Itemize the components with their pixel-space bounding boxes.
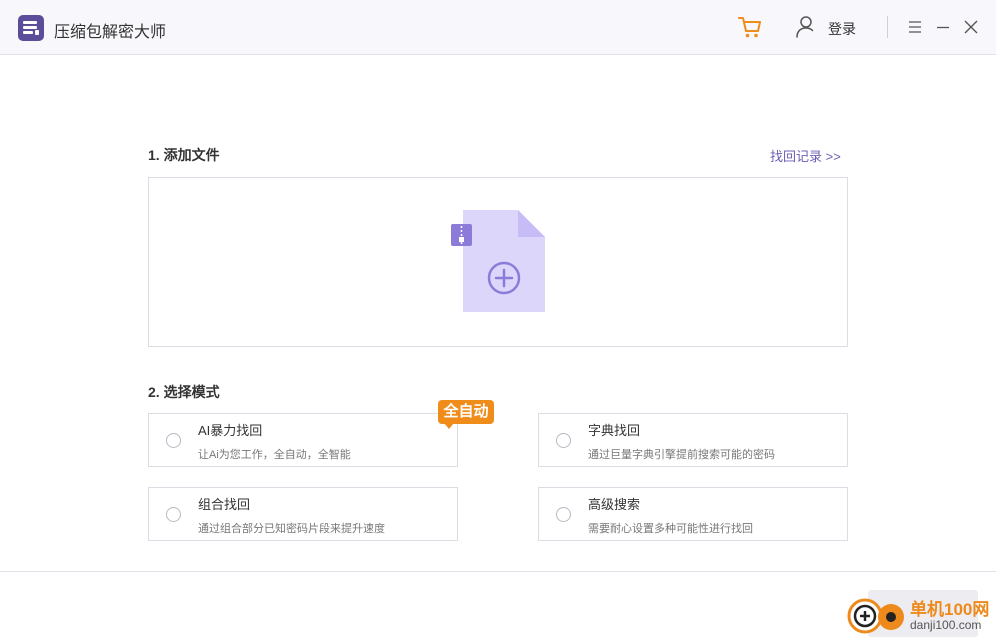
mode-title: 高级搜索	[588, 497, 641, 512]
mode-combination[interactable]: 组合找回 通过组合部分已知密码片段来提升速度	[148, 487, 458, 541]
minimize-icon[interactable]	[934, 18, 952, 36]
history-link[interactable]: 找回记录 >>	[770, 146, 841, 165]
mode-dictionary[interactable]: 字典找回 通过巨量字典引擎提前搜索可能的密码	[538, 413, 848, 467]
user-icon[interactable]	[794, 14, 818, 40]
title-bar: 压缩包解密大师 登录	[0, 0, 996, 55]
mode-description: 让Ai为您工作，全自动，全智能	[198, 449, 351, 461]
zip-file-add-icon[interactable]	[449, 208, 549, 314]
mode-advanced-search[interactable]: 高级搜索 需要耐心设置多种可能性进行找回	[538, 487, 848, 541]
mode-description: 通过组合部分已知密码片段来提升速度	[198, 523, 385, 535]
mode-title: AI暴力找回	[198, 423, 263, 438]
app-title: 压缩包解密大师	[54, 24, 167, 41]
watermark-title: 单机100网	[910, 600, 990, 619]
step2-label: 2. 选择模式	[148, 384, 220, 400]
mode-radio[interactable]	[556, 507, 571, 522]
toolbar-divider	[887, 16, 888, 38]
menu-icon[interactable]	[906, 18, 924, 36]
mode-title: 组合找回	[198, 497, 251, 512]
mode-ai-brute-force[interactable]: AI暴力找回 让Ai为您工作，全自动，全智能	[148, 413, 458, 467]
login-button[interactable]: 登录	[828, 19, 856, 39]
mode-description: 需要耐心设置多种可能性进行找回	[588, 523, 753, 535]
close-icon[interactable]	[962, 18, 980, 36]
footer-divider	[0, 571, 996, 572]
mode-radio[interactable]	[166, 433, 181, 448]
mode-radio[interactable]	[556, 433, 571, 448]
file-dropzone[interactable]	[148, 177, 848, 347]
mode-description: 通过巨量字典引擎提前搜索可能的密码	[588, 449, 775, 461]
mode-radio[interactable]	[166, 507, 181, 522]
cart-icon[interactable]	[737, 14, 763, 40]
watermark-url: danji100.com	[910, 618, 982, 632]
app-logo-icon	[18, 15, 44, 41]
full-auto-badge: 全自动	[438, 400, 494, 429]
site-watermark: 单机100网 danji100.com	[846, 592, 996, 637]
mode-title: 字典找回	[588, 423, 641, 438]
watermark-logo-icon	[846, 595, 912, 635]
step1-label: 1. 添加文件	[148, 147, 220, 163]
